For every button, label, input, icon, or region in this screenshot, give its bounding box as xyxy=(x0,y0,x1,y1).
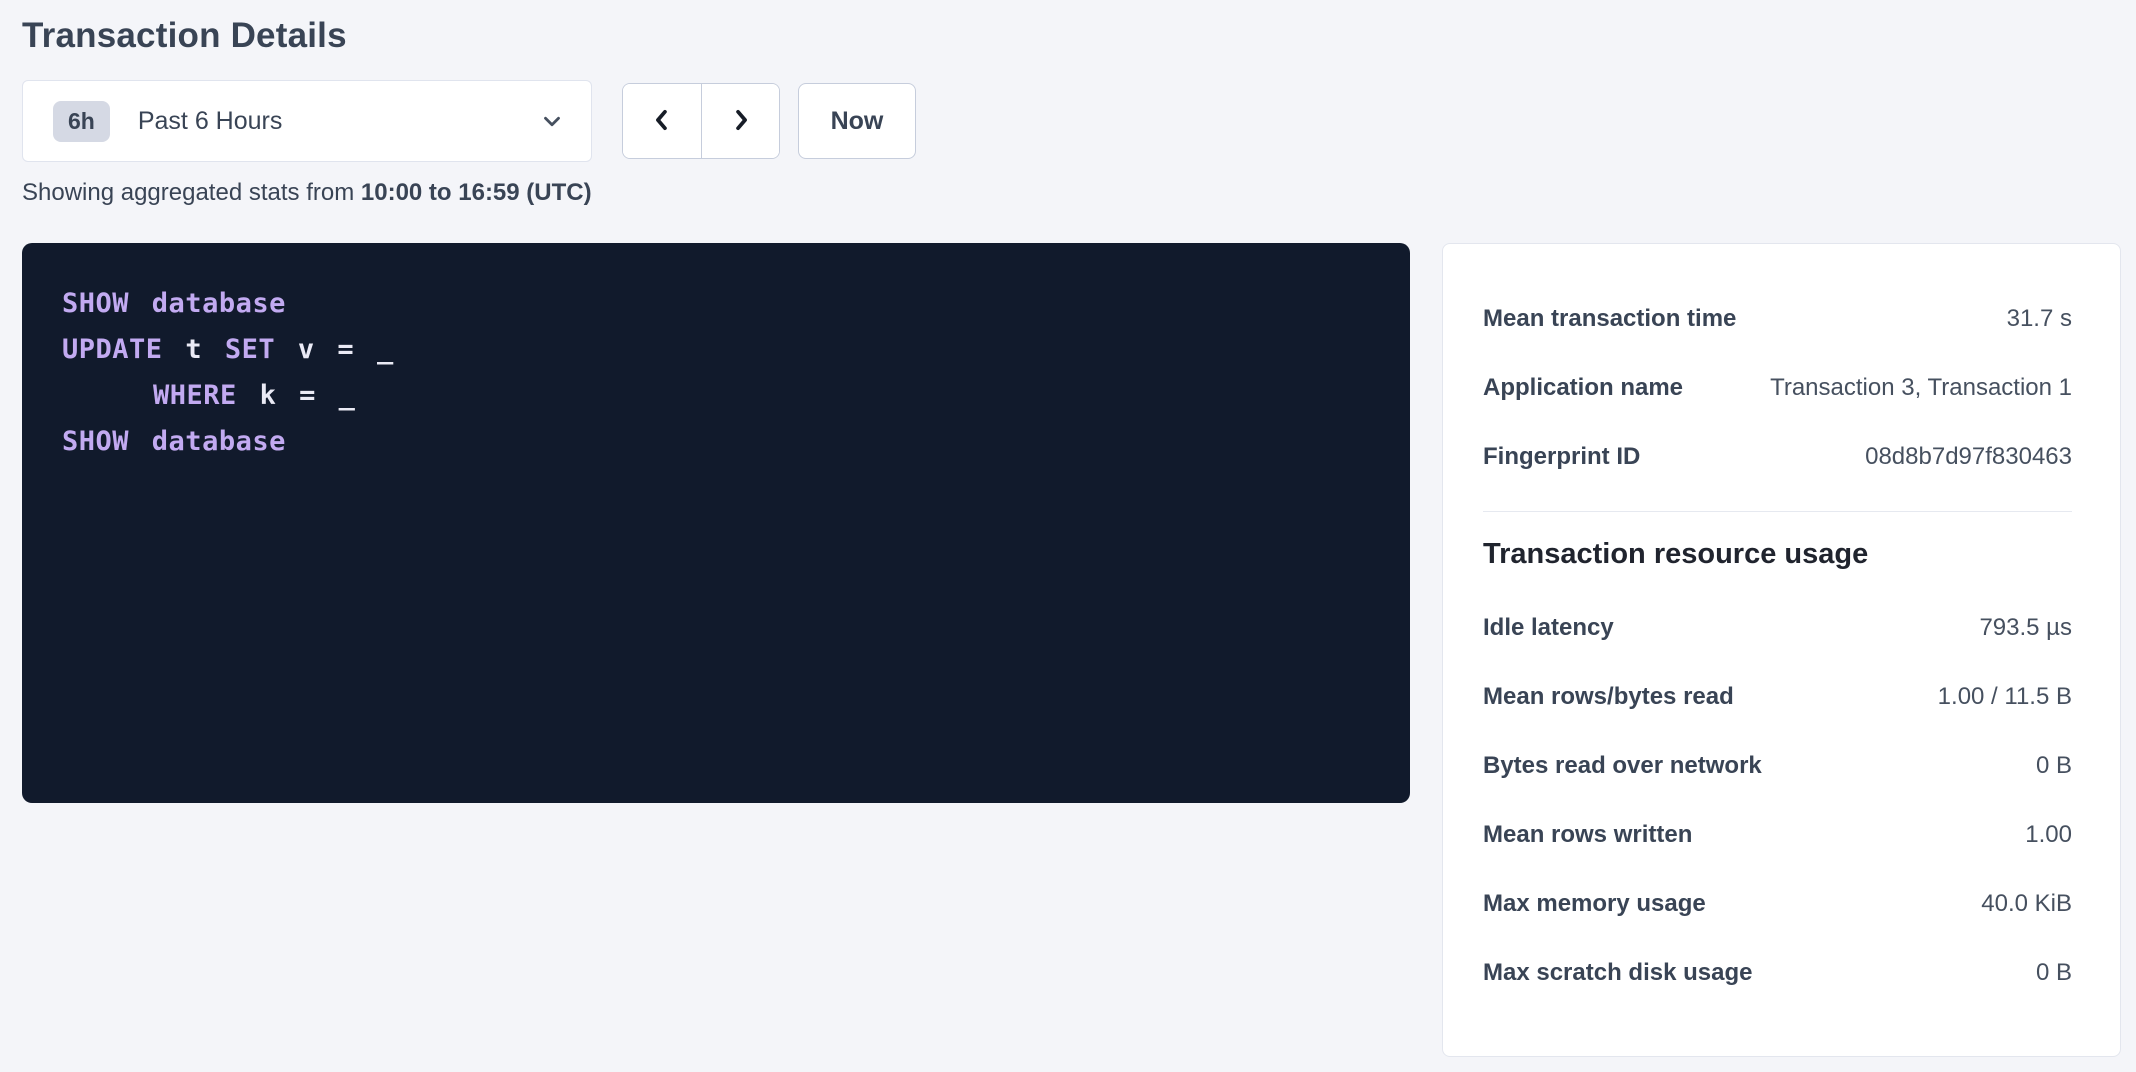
detail-value: Transaction 3, Transaction 1 xyxy=(1770,374,2072,402)
resource-usage-section-title: Transaction resource usage xyxy=(1483,538,2072,571)
transaction-details-card: Mean transaction time 31.7 s Application n… xyxy=(1442,243,2121,1057)
detail-value: 0 B xyxy=(2036,959,2072,987)
detail-label: Mean rows written xyxy=(1483,821,1692,849)
prev-interval-button[interactable] xyxy=(623,84,701,158)
sql-line: WHERE k = _ xyxy=(62,373,1370,419)
detail-value: 0 B xyxy=(2036,752,2072,780)
detail-row: Max scratch disk usage 0 B xyxy=(1483,938,2072,1007)
stats-caption-range: 10:00 to 16:59 (UTC) xyxy=(361,179,592,206)
detail-row: Application name Transaction 3, Transacti… xyxy=(1483,353,2072,422)
time-range-dropdown[interactable]: 6h Past 6 Hours xyxy=(22,80,592,162)
detail-row: Max memory usage 40.0 KiB xyxy=(1483,869,2072,938)
stats-caption: Showing aggregated stats from 10:00 to 1… xyxy=(22,179,2136,207)
sql-line: SHOW database xyxy=(62,419,1370,465)
sql-token: _ xyxy=(339,380,356,411)
detail-row: Mean rows/bytes read 1.00 / 11.5 B xyxy=(1483,662,2072,731)
detail-row: Fingerprint ID 08d8b7d97f830463 xyxy=(1483,422,2072,491)
page-title: Transaction Details xyxy=(22,16,2136,56)
sql-statement-block: SHOW databaseUPDATE t SET v = _ WHERE k … xyxy=(22,243,1410,803)
sql-token: = xyxy=(299,380,316,411)
sql-token: database xyxy=(152,288,286,319)
sql-token: k xyxy=(260,380,277,411)
detail-value: 40.0 KiB xyxy=(1981,890,2072,918)
interval-arrow-group xyxy=(622,83,780,159)
main-content: SHOW databaseUPDATE t SET v = _ WHERE k … xyxy=(22,243,2136,1057)
summary-rows: Mean transaction time 31.7 s Application n… xyxy=(1483,284,2072,491)
next-interval-button[interactable] xyxy=(701,84,779,158)
sql-token: SET xyxy=(225,334,275,365)
detail-label: Idle latency xyxy=(1483,614,1614,642)
sql-token: _ xyxy=(377,334,394,365)
detail-label: Max scratch disk usage xyxy=(1483,959,1752,987)
transaction-details-page: Transaction Details 6h Past 6 Hours xyxy=(0,0,2136,1072)
sql-token: v xyxy=(298,334,315,365)
detail-label: Mean transaction time xyxy=(1483,305,1736,333)
detail-row: Bytes read over network 0 B xyxy=(1483,731,2072,800)
detail-label: Max memory usage xyxy=(1483,890,1706,918)
time-controls: 6h Past 6 Hours xyxy=(22,80,2136,162)
sql-token: database xyxy=(152,426,286,457)
detail-value: 1.00 / 11.5 B xyxy=(1938,683,2072,711)
sql-token: = xyxy=(337,334,354,365)
chevron-right-icon xyxy=(727,106,755,137)
sql-line: SHOW database xyxy=(62,281,1370,327)
detail-label: Application name xyxy=(1483,374,1683,402)
detail-value: 08d8b7d97f830463 xyxy=(1865,443,2072,471)
sql-token: UPDATE xyxy=(62,334,163,365)
detail-label: Mean rows/bytes read xyxy=(1483,683,1734,711)
now-button[interactable]: Now xyxy=(798,83,916,159)
detail-label: Fingerprint ID xyxy=(1483,443,1640,471)
detail-row: Idle latency 793.5 µs xyxy=(1483,593,2072,662)
sql-token: SHOW xyxy=(62,426,129,457)
sql-token: WHERE xyxy=(153,380,237,411)
detail-value: 1.00 xyxy=(2025,821,2072,849)
chevron-left-icon xyxy=(648,106,676,137)
stats-caption-prefix: Showing aggregated stats from xyxy=(22,179,354,206)
resource-rows: Idle latency 793.5 µs Mean rows/bytes read… xyxy=(1483,593,2072,1007)
sql-line: UPDATE t SET v = _ xyxy=(62,327,1370,373)
detail-label: Bytes read over network xyxy=(1483,752,1762,780)
detail-value: 31.7 s xyxy=(2007,305,2072,333)
section-divider xyxy=(1483,511,2072,512)
sql-token: SHOW xyxy=(62,288,129,319)
detail-row: Mean rows written 1.00 xyxy=(1483,800,2072,869)
detail-value: 793.5 µs xyxy=(1979,614,2072,642)
detail-row: Mean transaction time 31.7 s xyxy=(1483,284,2072,353)
time-range-badge: 6h xyxy=(53,101,110,142)
sql-token: t xyxy=(185,334,202,365)
chevron-down-icon xyxy=(539,108,565,134)
time-range-label: Past 6 Hours xyxy=(138,107,283,136)
